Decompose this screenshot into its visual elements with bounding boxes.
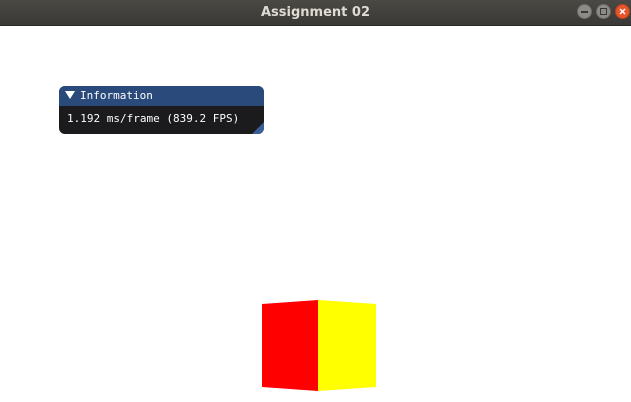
- render-viewport[interactable]: Information 1.192 ms/frame (839.2 FPS): [0, 26, 631, 402]
- cube-right-face: [318, 300, 376, 391]
- maximize-icon: [600, 8, 607, 15]
- minimize-button[interactable]: [577, 4, 592, 19]
- cube-render: [262, 300, 376, 391]
- cube-left-face: [262, 300, 318, 391]
- window-title: Assignment 02: [260, 5, 370, 20]
- app-window: Assignment 02 Information 1.192 ms/frame…: [0, 0, 631, 402]
- title-bar[interactable]: Assignment 02: [0, 0, 631, 26]
- minimize-icon: [581, 11, 588, 13]
- close-icon: [619, 8, 626, 15]
- close-button[interactable]: [615, 4, 630, 19]
- maximize-button[interactable]: [596, 4, 611, 19]
